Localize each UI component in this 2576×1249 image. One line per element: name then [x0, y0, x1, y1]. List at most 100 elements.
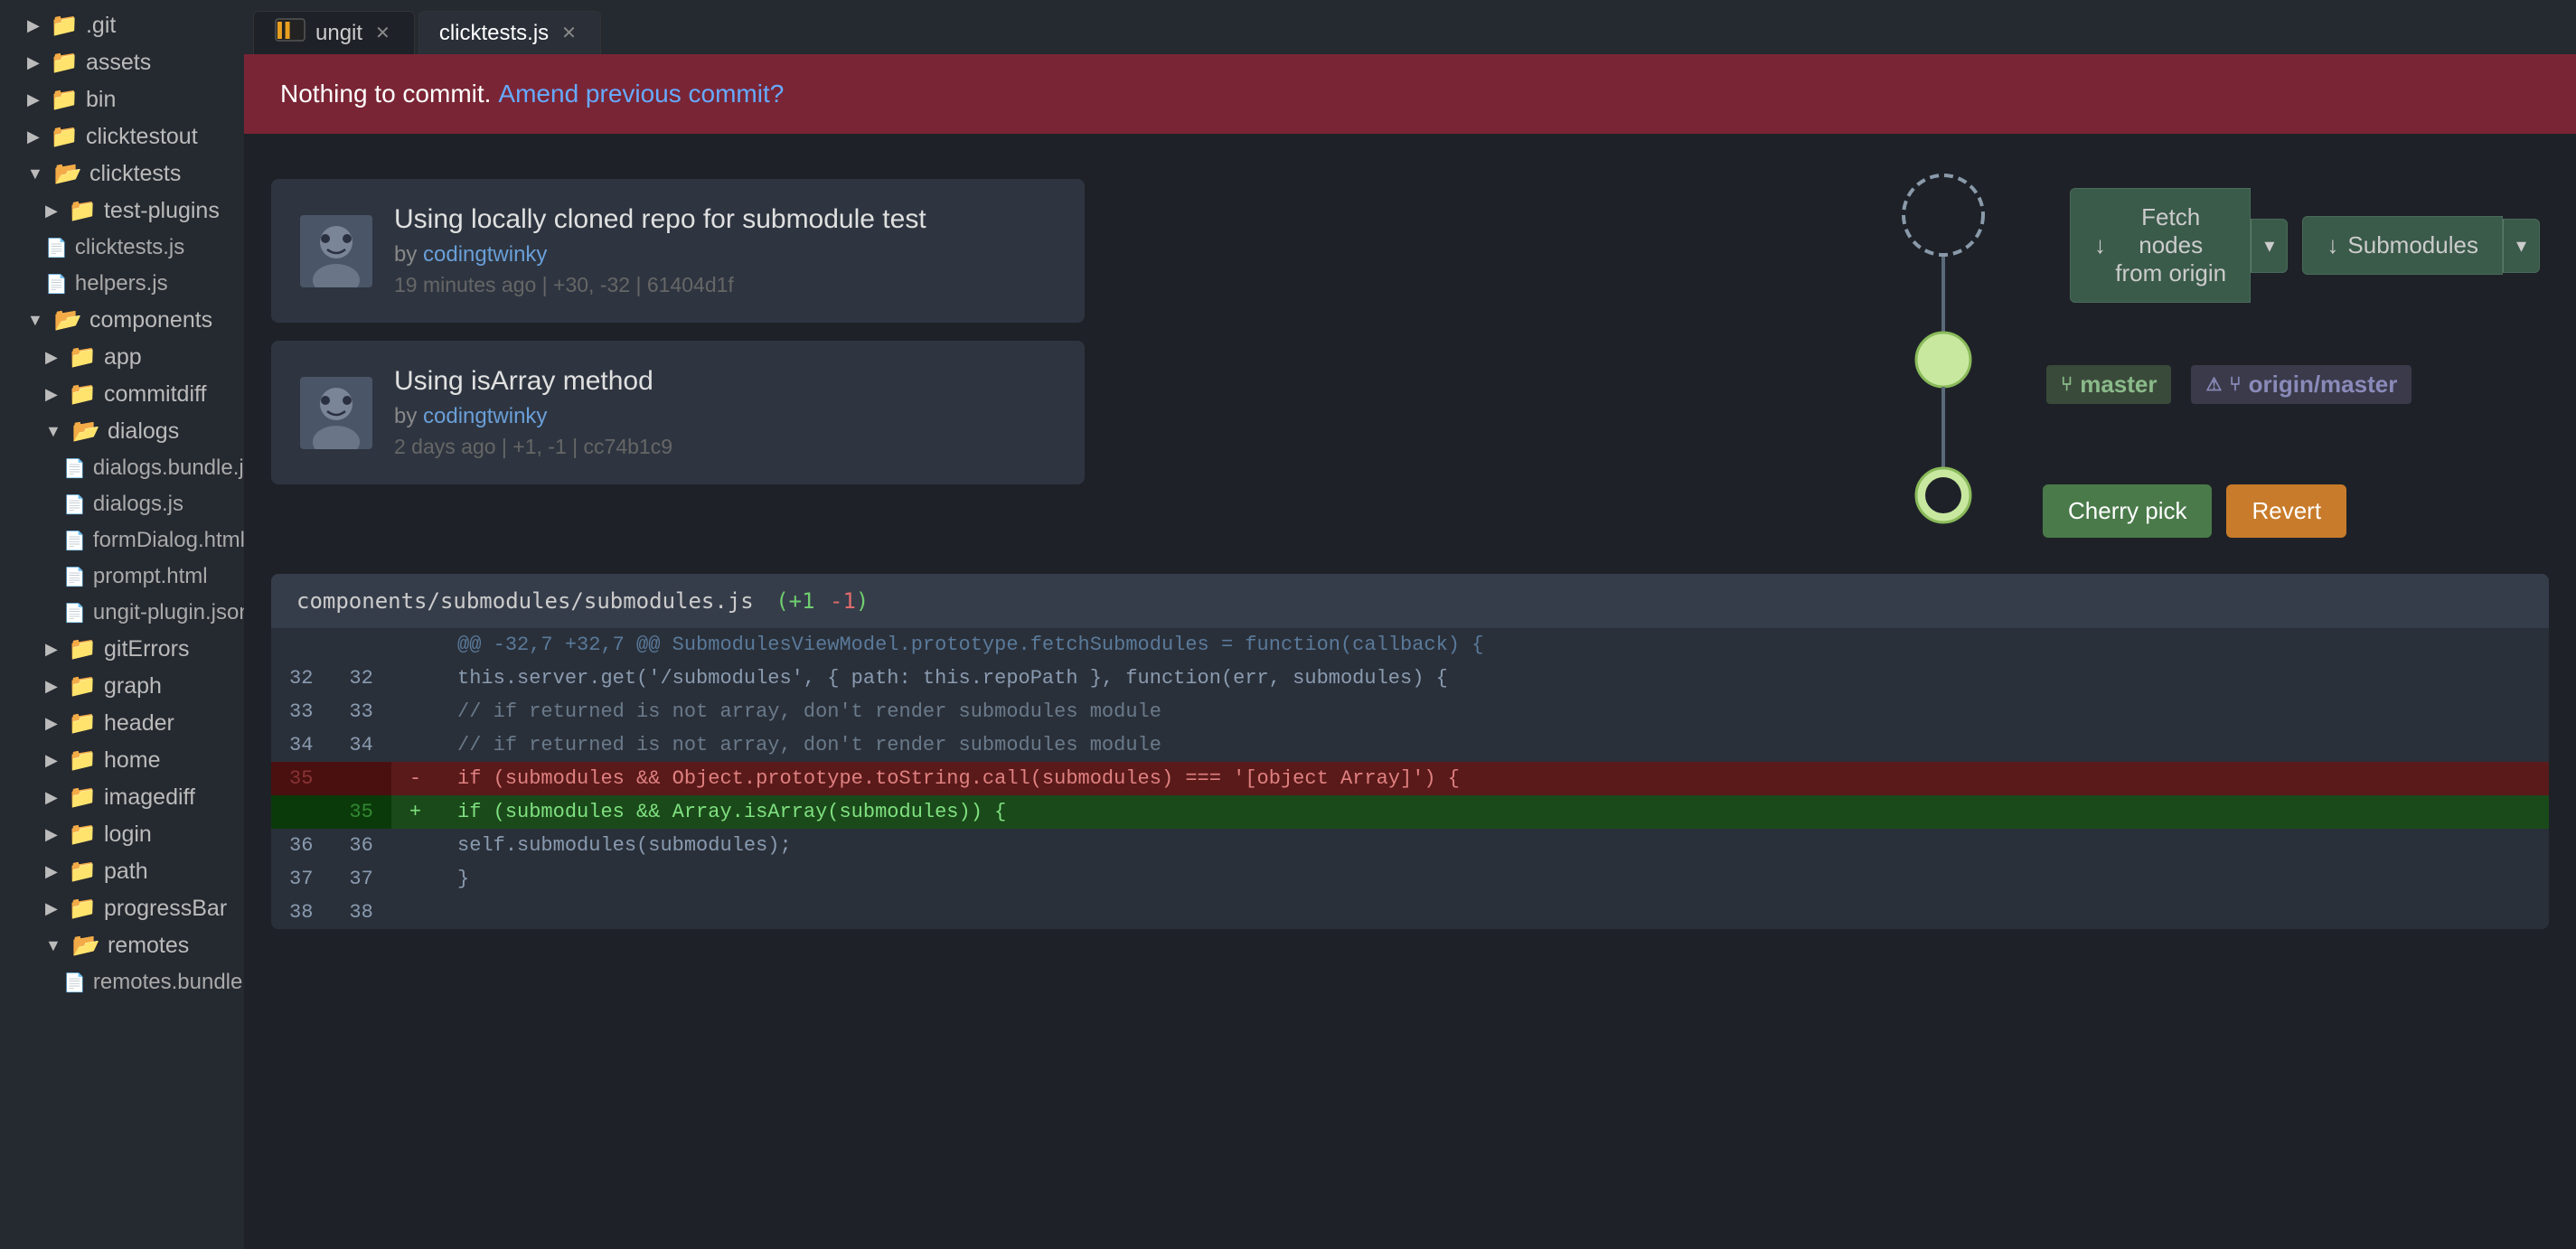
folder-icon: 📁 — [69, 344, 97, 371]
sidebar-item-header[interactable]: ▶ 📁 header — [0, 705, 244, 742]
sidebar-item-components[interactable]: ▼ 📂 components — [0, 302, 244, 339]
fetch-dropdown-button[interactable]: ▾ — [2251, 219, 2288, 273]
commit-card-1[interactable]: Using isArray method by codingtwinky 2 d… — [271, 341, 1085, 484]
collapse-arrow-icon: ▶ — [27, 127, 40, 146]
tab-clicktests-close[interactable]: ✕ — [558, 20, 580, 46]
folder-icon: 📁 — [51, 13, 79, 39]
sidebar-item-bin[interactable]: ▶ 📁 bin — [0, 81, 244, 118]
diff-line-num-old-added — [271, 795, 331, 829]
diff-line-content: self.submodules(submodules); — [439, 829, 2549, 862]
sidebar-item-clicktests-js[interactable]: 📄 clicktests.js — [0, 230, 244, 266]
collapse-arrow-icon: ▶ — [27, 90, 40, 109]
submodules-icon: ↓ — [2327, 231, 2338, 259]
sidebar-item-git[interactable]: ▶ 📁 .git — [0, 7, 244, 44]
diff-removed-count: -1 — [830, 588, 856, 614]
sidebar-item-giterrors[interactable]: ▶ 📁 gitErrors — [0, 631, 244, 668]
sidebar-item-formdialog[interactable]: 📄 formDialog.html — [0, 522, 244, 559]
commit-author-link-1[interactable]: codingtwinky — [423, 404, 547, 428]
file-icon: 📄 — [63, 530, 86, 552]
branch-fork-icon-remote: ⑂ — [2229, 372, 2241, 396]
diff-line-num-new: 32 — [331, 662, 390, 695]
sidebar-item-label: imagediff — [104, 784, 195, 811]
diff-added-count: +1 — [789, 588, 815, 614]
collapse-arrow-icon: ▶ — [45, 751, 58, 770]
avatar-svg-0 — [300, 215, 372, 287]
file-icon: 📄 — [63, 602, 86, 624]
file-icon: 📄 — [63, 566, 86, 588]
origin-master-label[interactable]: ⚠ ⑂ origin/master — [2191, 365, 2411, 404]
commits-list: Using locally cloned repo for submodule … — [244, 161, 1853, 574]
folder-icon: 📂 — [72, 933, 100, 959]
ungit-logo: ▌▌ — [274, 17, 306, 49]
sidebar-item-label: graph — [104, 673, 162, 700]
sidebar-item-clicktests[interactable]: ▼ 📂 clicktests — [0, 155, 244, 193]
tab-ungit-close[interactable]: ✕ — [371, 20, 394, 46]
collapse-arrow-icon: ▼ — [45, 422, 61, 441]
sidebar-item-test-plugins[interactable]: ▶ 📁 test-plugins — [0, 193, 244, 230]
sidebar-item-helpers-js[interactable]: 📄 helpers.js — [0, 266, 244, 302]
sidebar-item-login[interactable]: ▶ 📁 login — [0, 816, 244, 853]
cherry-pick-button[interactable]: Cherry pick — [2043, 484, 2212, 538]
diff-line-content: // if returned is not array, don't rende… — [439, 695, 2549, 728]
amend-commit-link[interactable]: Amend previous commit? — [498, 80, 784, 108]
sidebar-item-remotes-bundle[interactable]: 📄 remotes.bundle.js — [0, 964, 244, 1000]
sidebar-item-ungit-plugin[interactable]: 📄 ungit-plugin.json — [0, 595, 244, 631]
sidebar-item-label: bin — [86, 87, 116, 113]
sidebar-item-label: path — [104, 859, 148, 885]
tab-bar: ▌▌ ungit ✕ clicktests.js ✕ — [244, 0, 2576, 54]
diff-table: @@ -32,7 +32,7 @@ SubmodulesViewModel.pr… — [271, 628, 2549, 929]
submodules-button[interactable]: ↓ Submodules — [2302, 216, 2503, 275]
commit-sep2-1: | — [572, 435, 583, 458]
diff-header: components/submodules/submodules.js (+1 … — [271, 574, 2549, 628]
collapse-arrow-icon: ▶ — [45, 899, 58, 918]
sidebar-item-dialogs-bundle[interactable]: 📄 dialogs.bundle.js — [0, 450, 244, 486]
commit-card-0[interactable]: Using locally cloned repo for submodule … — [271, 179, 1085, 323]
commit-author-link-0[interactable]: codingtwinky — [423, 242, 547, 267]
sidebar-item-progressbar[interactable]: ▶ 📁 progressBar — [0, 890, 244, 927]
sidebar-item-prompt[interactable]: 📄 prompt.html — [0, 559, 244, 595]
sidebar-item-remotes[interactable]: ▼ 📂 remotes — [0, 927, 244, 964]
sidebar-item-imagediff[interactable]: ▶ 📁 imagediff — [0, 779, 244, 816]
commits-and-diff-panel: Using locally cloned repo for submodule … — [244, 134, 2576, 1249]
sidebar-item-dialogs[interactable]: ▼ 📂 dialogs — [0, 413, 244, 450]
collapse-arrow-icon: ▶ — [45, 862, 58, 881]
tab-clicktests-label: clicktests.js — [439, 21, 549, 46]
branch-fork-icon: ⑂ — [2061, 372, 2073, 396]
commit-author-1: by codingtwinky — [394, 404, 1056, 429]
diff-line-num-new-added: 35 — [331, 795, 390, 829]
content-area: Nothing to commit. Amend previous commit… — [244, 54, 2576, 1249]
graph-layout: Nothing to commit. Amend previous commit… — [244, 54, 2576, 1249]
diff-panel: components/submodules/submodules.js (+1 … — [271, 574, 2549, 929]
sidebar-item-assets[interactable]: ▶ 📁 assets — [0, 44, 244, 81]
revert-button[interactable]: Revert — [2226, 484, 2346, 538]
tab-ungit[interactable]: ▌▌ ungit ✕ — [253, 11, 415, 54]
sidebar-item-clicktestout[interactable]: ▶ 📁 clicktestout — [0, 118, 244, 155]
tab-clicktests-js[interactable]: clicktests.js ✕ — [418, 11, 601, 54]
sidebar-item-path[interactable]: ▶ 📁 path — [0, 853, 244, 890]
sidebar-item-label: commitdiff — [104, 381, 206, 408]
collapse-arrow-icon: ▶ — [45, 348, 58, 367]
sidebar-item-dialogs-js[interactable]: 📄 dialogs.js — [0, 486, 244, 522]
sidebar-item-home[interactable]: ▶ 📁 home — [0, 742, 244, 779]
collapse-arrow-icon: ▶ — [45, 640, 58, 659]
commit-avatar-0 — [300, 215, 372, 287]
diff-line-num-new: 34 — [331, 728, 390, 762]
submodules-dropdown-button[interactable]: ▾ — [2503, 219, 2540, 273]
submodules-label: Submodules — [2347, 231, 2478, 259]
sidebar-item-commitdiff[interactable]: ▶ 📁 commitdiff — [0, 376, 244, 413]
folder-icon: 📁 — [69, 896, 97, 922]
sidebar-item-label: formDialog.html — [93, 528, 244, 553]
origin-master-label-text: origin/master — [2249, 371, 2398, 399]
commit-meta-0: 19 minutes ago | +30, -32 | 61404d1f — [394, 273, 1056, 297]
sidebar-item-app[interactable]: ▶ 📁 app — [0, 339, 244, 376]
diff-row-33: 33 33 // if returned is not array, don't… — [271, 695, 2549, 728]
diff-sign — [391, 728, 439, 762]
master-branch-label[interactable]: ⑂ master — [2046, 365, 2171, 404]
diff-added: (+1 -1) — [776, 588, 869, 614]
fetch-nodes-button[interactable]: ↓ Fetch nodes from origin — [2070, 188, 2251, 303]
diff-line-num-old: 33 — [271, 695, 331, 728]
git-graph-svg — [1853, 161, 2034, 540]
ungit-logo-icon: ▌▌ — [274, 17, 306, 42]
sidebar-item-graph[interactable]: ▶ 📁 graph — [0, 668, 244, 705]
diff-line-num-old: 38 — [271, 896, 331, 929]
